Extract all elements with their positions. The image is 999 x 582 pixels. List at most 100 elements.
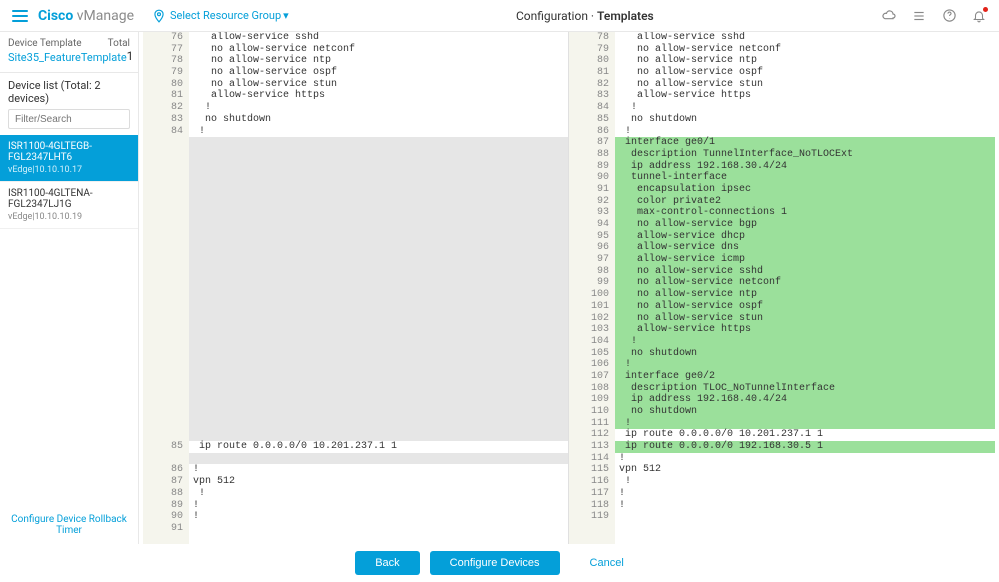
code-line: allow-service dhcp [615, 231, 995, 243]
line-number [143, 301, 189, 313]
line-number [143, 277, 189, 289]
filter-wrap [0, 109, 138, 135]
line-number: 91 [569, 184, 615, 196]
line-number: 113 [569, 441, 615, 453]
device-item[interactable]: ISR1100-4GLTEGB-FGL2347LHT6 vEdge|10.10.1… [0, 135, 138, 182]
cancel-button[interactable]: Cancel [570, 551, 644, 575]
line-number: 116 [569, 476, 615, 488]
line-number [143, 172, 189, 184]
line-number: 90 [143, 511, 189, 523]
brand: Cisco vManage [38, 8, 134, 24]
line-number: 90 [569, 172, 615, 184]
code-line [189, 406, 568, 418]
device-sub: vEdge|10.10.10.17 [8, 165, 130, 175]
diff-view: 76777879808182838485868788899091 allow-s… [139, 32, 999, 544]
device-sub: vEdge|10.10.10.19 [8, 212, 130, 222]
line-number [143, 161, 189, 173]
sidebar: Device Template Total Site35_FeatureTemp… [0, 32, 139, 544]
code-line [189, 394, 568, 406]
line-number: 80 [569, 55, 615, 67]
line-number: 103 [569, 324, 615, 336]
code-line: ip address 192.168.40.4/24 [615, 394, 995, 406]
diff-right: 7879808182838485868788899091929394959697… [569, 32, 995, 544]
gutter-right: 7879808182838485868788899091929394959697… [569, 32, 615, 544]
code-line: description TunnelInterface_NoTLOCExt [615, 149, 995, 161]
cloud-icon[interactable] [881, 8, 897, 24]
brand-cisco: Cisco [38, 8, 73, 24]
code-line: no allow-service stun [615, 313, 995, 325]
bell-icon[interactable] [971, 8, 987, 24]
rollback-link[interactable]: Configure Device Rollback Timer [0, 506, 138, 544]
brand-vmanage: vManage [77, 8, 134, 24]
code-line [189, 324, 568, 336]
code-line: interface ge0/1 [615, 137, 995, 149]
code-line: no allow-service ospf [615, 301, 995, 313]
select-resource-group[interactable]: Select Resource Group ▾ [152, 9, 289, 23]
configure-devices-button[interactable]: Configure Devices [430, 551, 560, 575]
gutter-left: 76777879808182838485868788899091 [143, 32, 189, 544]
code-line: no allow-service sshd [615, 266, 995, 278]
resource-label: Select Resource Group [170, 9, 281, 22]
line-number [143, 219, 189, 231]
code-line: no shutdown [615, 406, 995, 418]
code-line: ip route 0.0.0.0/0 10.201.237.1 1 [615, 429, 995, 441]
template-name[interactable]: Site35_FeatureTemplate [8, 51, 127, 64]
line-number: 79 [143, 67, 189, 79]
code-line: no allow-service netconf [615, 44, 995, 56]
line-number: 93 [569, 207, 615, 219]
code-line: no shutdown [615, 114, 995, 126]
line-number: 97 [569, 254, 615, 266]
code-line: max-control-connections 1 [615, 207, 995, 219]
template-count: 1 [127, 49, 134, 63]
code-line: allow-service https [615, 90, 995, 102]
line-number: 79 [569, 44, 615, 56]
list-icon[interactable] [911, 8, 927, 24]
code-line [189, 207, 568, 219]
device-name: ISR1100-4GLTENA-FGL2347LJ1G [8, 188, 130, 210]
line-number [143, 453, 189, 465]
code-line: no allow-service ntp [189, 55, 568, 67]
line-number: 99 [569, 277, 615, 289]
menu-icon[interactable] [12, 10, 28, 22]
device-item[interactable]: ISR1100-4GLTENA-FGL2347LJ1G vEdge|10.10.1… [0, 182, 138, 229]
code-line: ! [615, 500, 995, 512]
line-number: 109 [569, 394, 615, 406]
line-number: 82 [143, 102, 189, 114]
code-line: no allow-service stun [615, 79, 995, 91]
line-number: 102 [569, 313, 615, 325]
line-number: 117 [569, 488, 615, 500]
line-number: 81 [569, 67, 615, 79]
code-line: ! [615, 336, 995, 348]
code-line: ! [189, 500, 568, 512]
code-line: no shutdown [615, 348, 995, 360]
code-line: ! [615, 418, 995, 430]
code-line [189, 161, 568, 173]
help-icon[interactable] [941, 8, 957, 24]
code-line: no allow-service ntp [615, 289, 995, 301]
line-number: 88 [143, 488, 189, 500]
device-name: ISR1100-4GLTEGB-FGL2347LHT6 [8, 141, 130, 163]
code-line [189, 336, 568, 348]
code-line: ! [189, 102, 568, 114]
line-number: 101 [569, 301, 615, 313]
line-number [143, 313, 189, 325]
code-line [189, 348, 568, 360]
line-number [143, 231, 189, 243]
device-list: ISR1100-4GLTEGB-FGL2347LHT6 vEdge|10.10.1… [0, 135, 138, 229]
code-left[interactable]: allow-service sshd no allow-service netc… [189, 32, 569, 544]
code-line: ip route 0.0.0.0/0 10.201.237.1 1 [189, 441, 568, 453]
code-line [189, 137, 568, 149]
code-line: no allow-service ospf [615, 67, 995, 79]
code-line: allow-service icmp [615, 254, 995, 266]
line-number: 83 [143, 114, 189, 126]
line-number [143, 429, 189, 441]
code-line [189, 371, 568, 383]
filter-input[interactable] [8, 109, 130, 129]
device-list-header: Device list (Total: 2 devices) [0, 73, 138, 109]
line-number: 91 [143, 523, 189, 535]
code-right[interactable]: allow-service sshd no allow-service netc… [615, 32, 995, 544]
code-line [189, 277, 568, 289]
line-number: 80 [143, 79, 189, 91]
back-button[interactable]: Back [355, 551, 419, 575]
line-number: 85 [143, 441, 189, 453]
